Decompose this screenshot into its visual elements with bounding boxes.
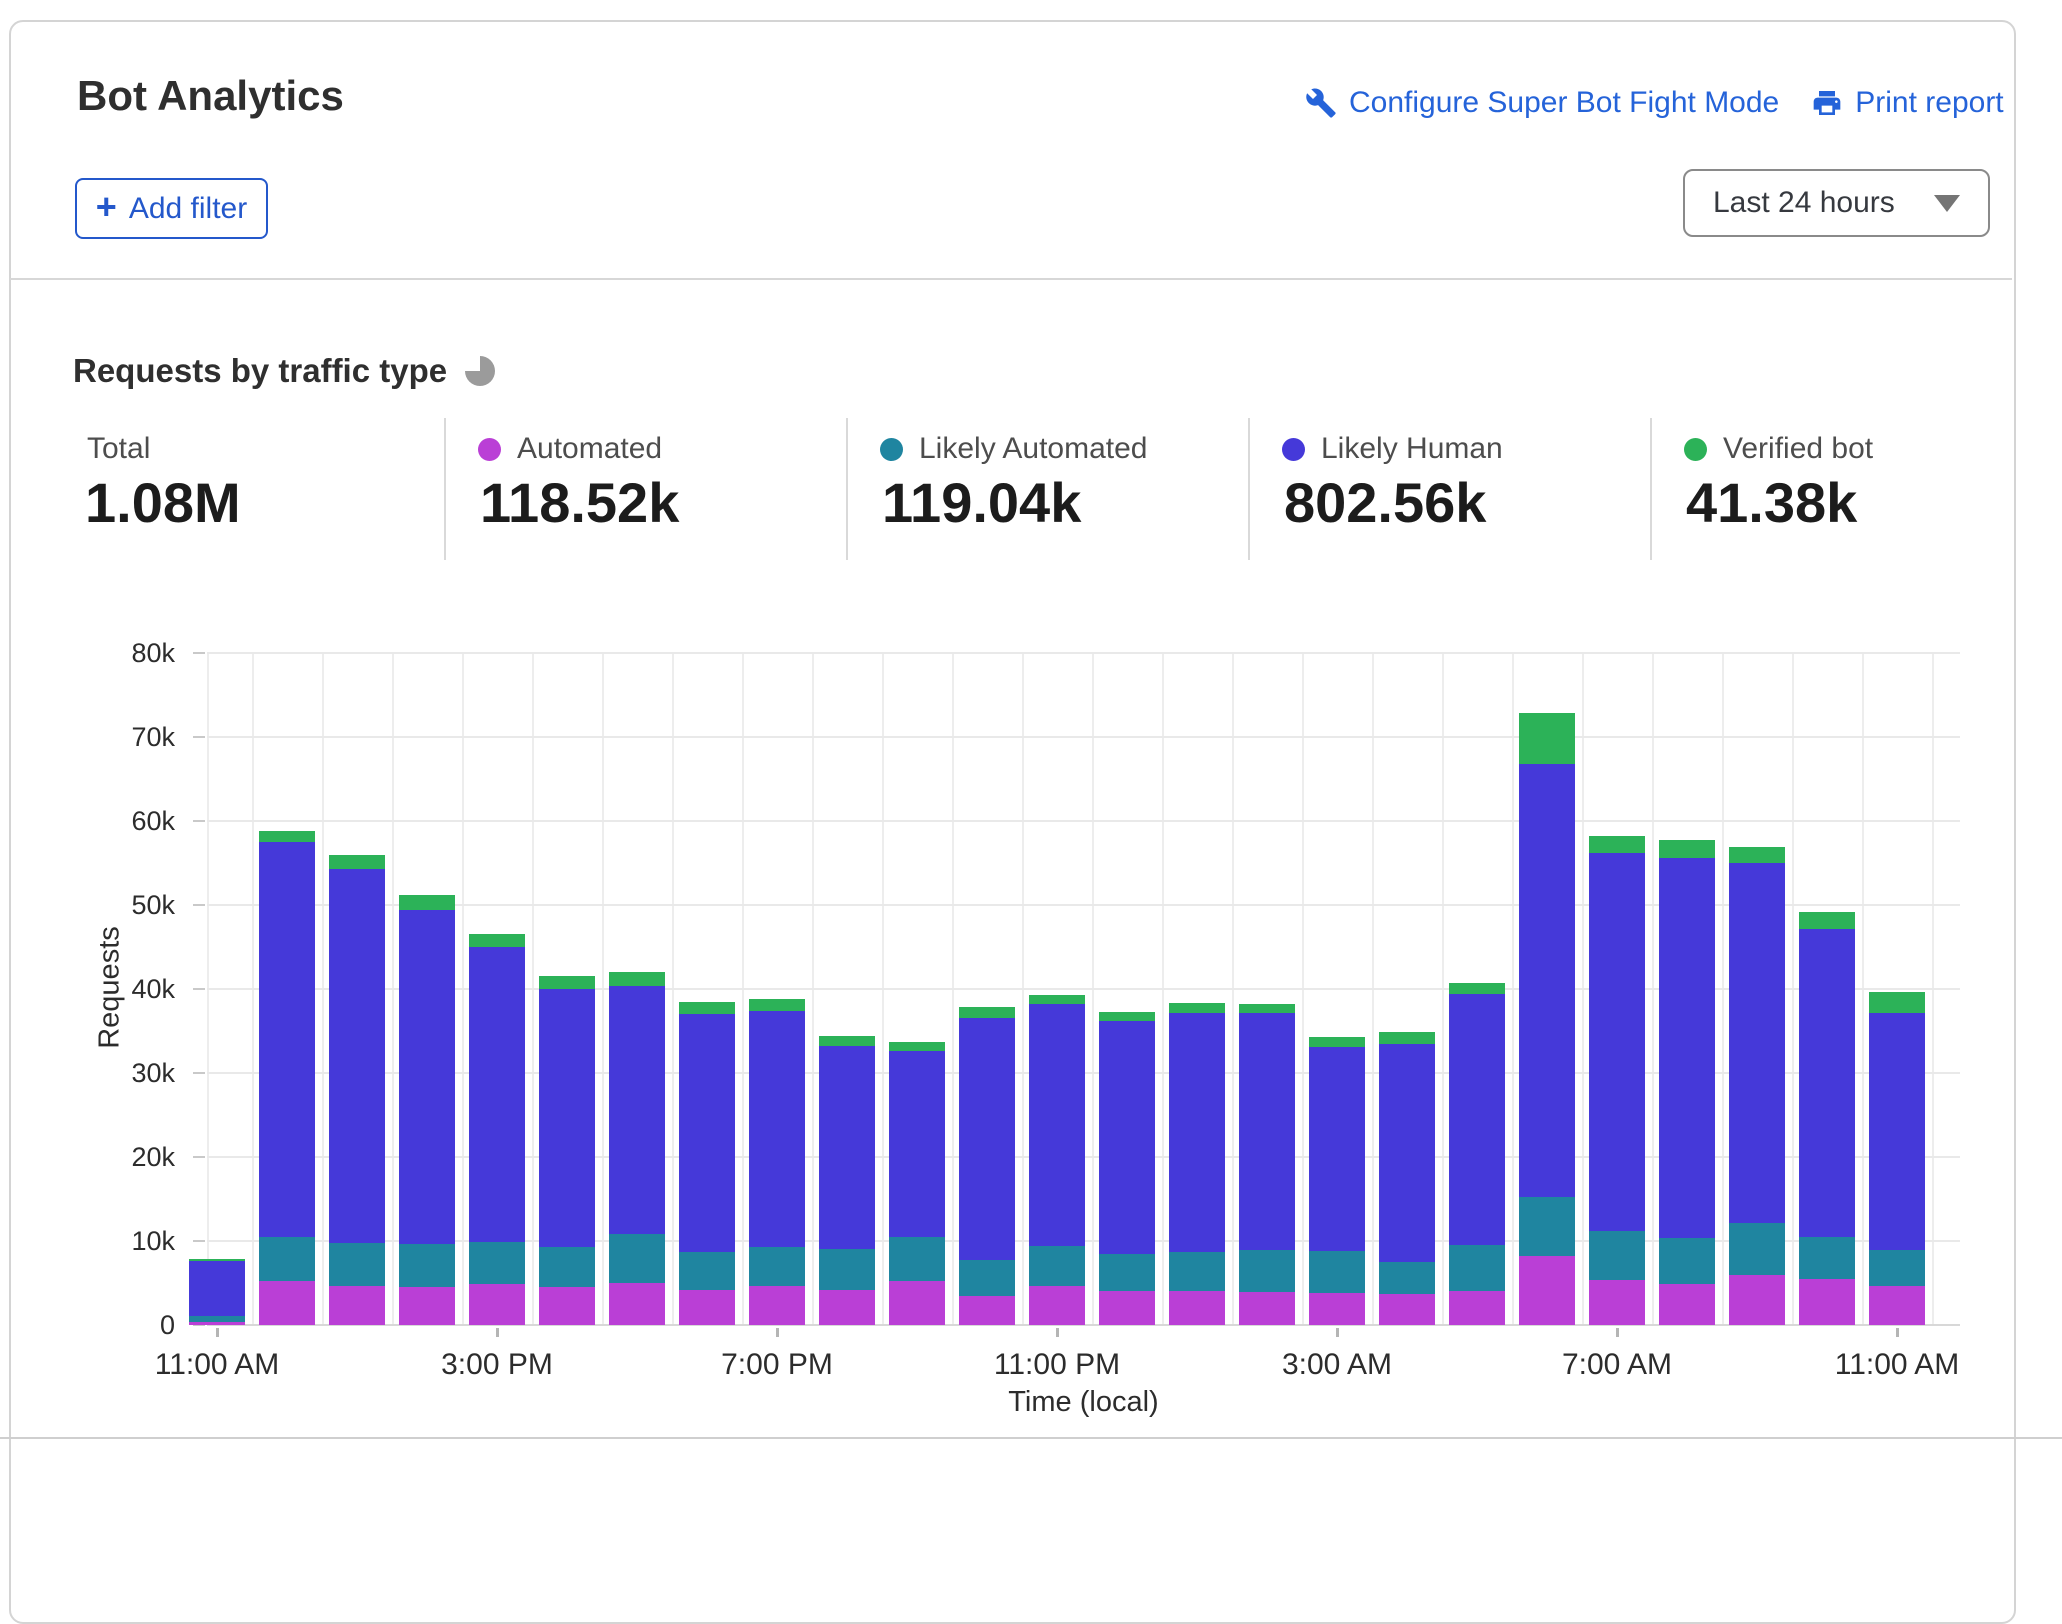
print-report-link[interactable]: Print report — [1811, 86, 2003, 120]
stat-item-likely-automated[interactable]: Likely Automated 119.04k — [846, 418, 1246, 560]
stat-divider — [1650, 418, 1652, 560]
stat-label: Likely Automated — [919, 432, 1147, 466]
header-links: Configure Super Bot Fight Mode Print rep… — [1305, 86, 2005, 120]
stat-divider — [1248, 418, 1250, 560]
section-title-row: Requests by traffic type — [73, 352, 495, 390]
add-filter-button[interactable]: + Add filter — [75, 178, 268, 239]
section-title: Requests by traffic type — [73, 352, 447, 390]
stat-divider — [444, 418, 446, 560]
stat-value: 1.08M — [85, 470, 241, 535]
time-range-value: Last 24 hours — [1713, 186, 1895, 220]
stat-label: Likely Human — [1321, 432, 1503, 466]
legend-dot — [880, 438, 903, 461]
pie-chart-icon — [465, 356, 495, 386]
legend-dot — [1684, 438, 1707, 461]
stat-value: 118.52k — [480, 470, 679, 535]
stat-divider — [846, 418, 848, 560]
bot-analytics-card — [9, 20, 2016, 1624]
print-link-label: Print report — [1855, 86, 2003, 120]
stat-label: Automated — [517, 432, 662, 466]
stat-value: 41.38k — [1686, 470, 1857, 535]
time-range-select[interactable]: Last 24 hours — [1683, 169, 1990, 237]
stat-item-likely-human[interactable]: Likely Human 802.56k — [1248, 418, 1648, 560]
configure-super-bot-fight-mode-link[interactable]: Configure Super Bot Fight Mode — [1305, 86, 1779, 120]
stat-label: Total — [87, 432, 150, 466]
add-filter-label: Add filter — [129, 192, 247, 226]
stat-label: Verified bot — [1723, 432, 1873, 466]
plus-icon: + — [96, 189, 117, 225]
stat-item-verified-bot[interactable]: Verified bot 41.38k — [1650, 418, 2050, 560]
stat-item-total: Total 1.08M — [85, 418, 485, 560]
stat-value: 802.56k — [1284, 470, 1486, 535]
legend-dot — [1282, 438, 1305, 461]
stats-row: Total 1.08M Automated 118.52k Likely Automat… — [0, 418, 2012, 560]
bottom-divider — [0, 1437, 2062, 1439]
page: Bot Analytics Configure Super Bot Fight … — [0, 0, 2062, 1450]
stat-item-automated[interactable]: Automated 118.52k — [444, 418, 844, 560]
legend-dot — [478, 438, 501, 461]
printer-icon — [1811, 87, 1843, 119]
configure-link-label: Configure Super Bot Fight Mode — [1349, 86, 1779, 120]
header-divider — [10, 278, 2012, 280]
wrench-icon — [1305, 87, 1337, 119]
chevron-down-icon — [1934, 195, 1960, 212]
stat-value: 119.04k — [882, 470, 1081, 535]
page-title: Bot Analytics — [77, 72, 344, 120]
